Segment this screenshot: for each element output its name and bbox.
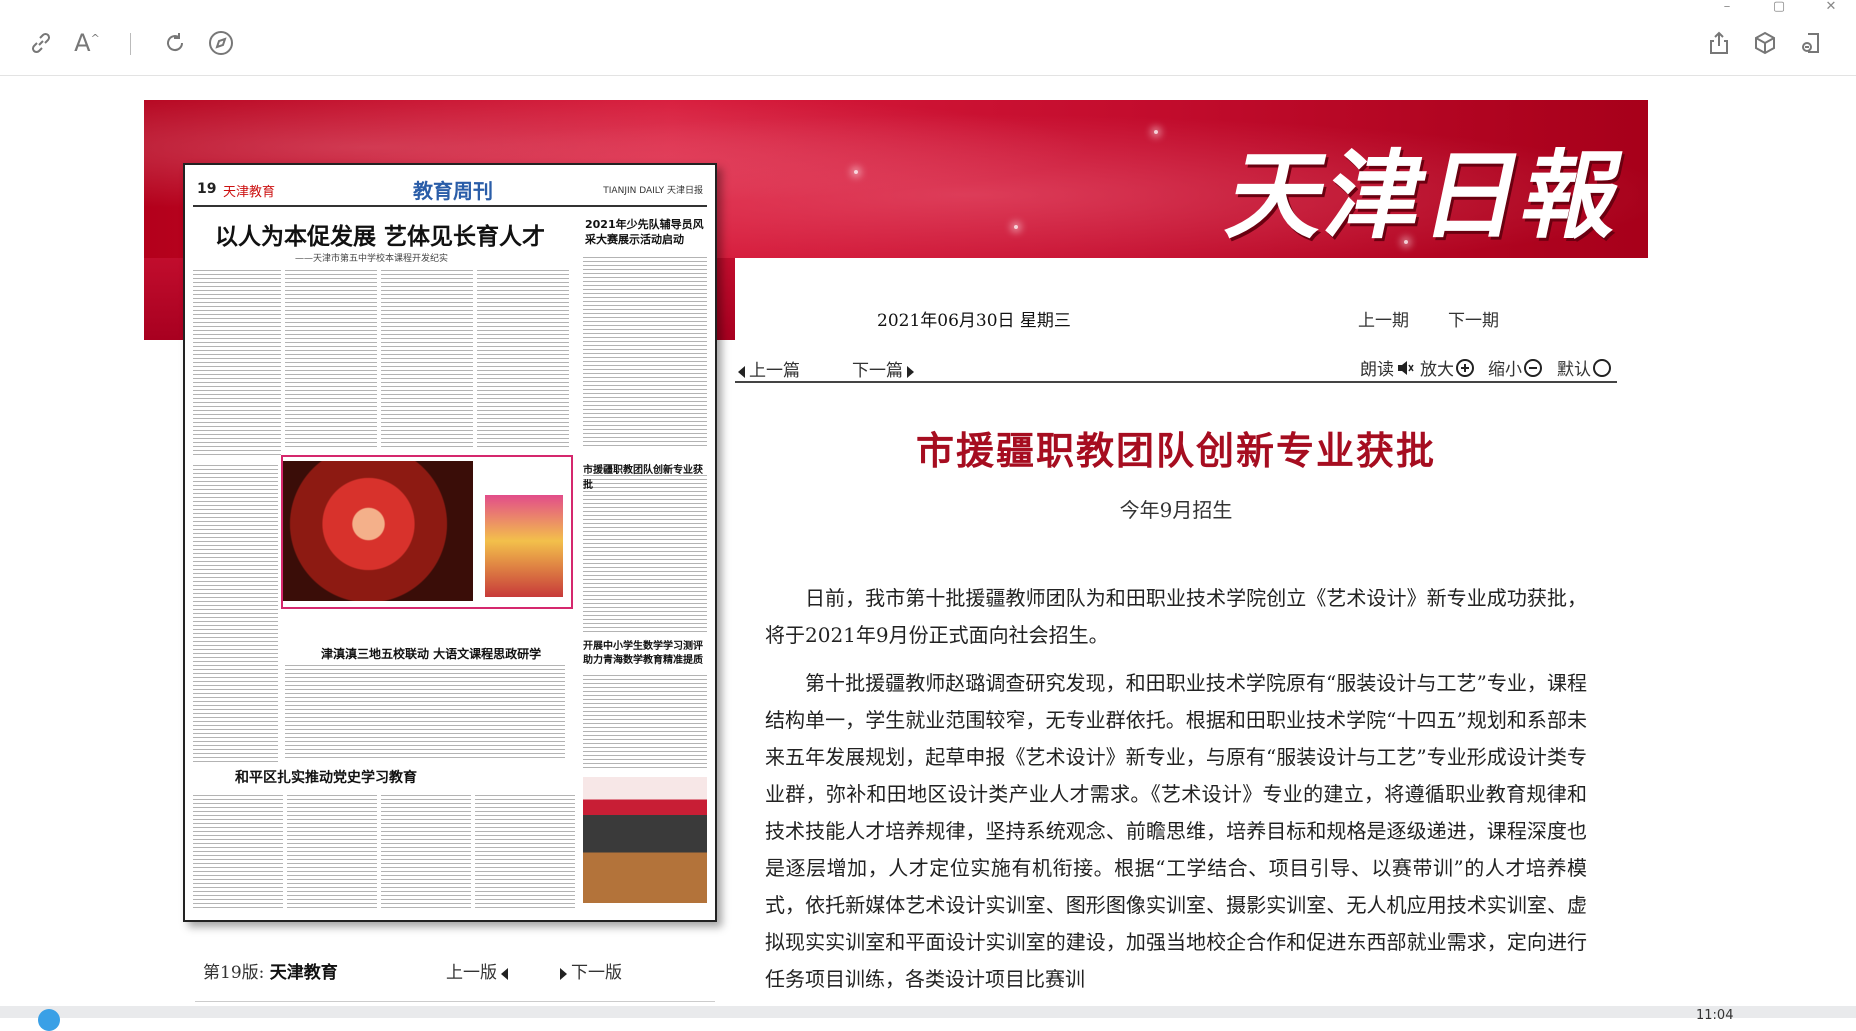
text-column xyxy=(381,270,473,450)
minimize-button[interactable]: – xyxy=(1716,0,1738,14)
section-title: 教育周刊 xyxy=(413,179,493,203)
edition-name[interactable]: 天津教育 xyxy=(270,963,338,983)
system-clock: 11:04 xyxy=(1696,1008,1734,1023)
compass-icon[interactable] xyxy=(204,26,238,60)
paper-box-headline[interactable]: 市援疆职教团队创新专业获批 xyxy=(583,461,707,491)
page-number: 19 xyxy=(197,181,217,197)
prev-edition-link[interactable]: 上一版 xyxy=(446,958,512,983)
next-edition-link[interactable]: 下一版 xyxy=(556,958,622,983)
edition-number: 第19版: xyxy=(203,963,265,983)
start-icon[interactable] xyxy=(38,1009,60,1031)
prev-article-link[interactable]: 上一篇 xyxy=(734,356,800,381)
zoom-out-button[interactable]: 缩小 xyxy=(1488,355,1542,380)
text-size-icon[interactable]: A ^ xyxy=(70,26,104,60)
paper-right-headline[interactable]: 开展中小学生数学学习测评助力青海数学教育精准提质 xyxy=(583,640,707,668)
triangle-left-icon xyxy=(501,967,508,980)
zoom-in-button[interactable]: 放大 xyxy=(1420,355,1474,380)
default-size-button[interactable]: 默认 xyxy=(1557,355,1611,380)
text-column xyxy=(381,795,471,910)
next-issue-link[interactable]: 下一期 xyxy=(1448,306,1499,331)
text-column xyxy=(285,270,377,450)
refresh-icon[interactable] xyxy=(158,26,192,60)
text-column xyxy=(583,475,707,635)
read-aloud-label: 朗读 xyxy=(1360,360,1394,380)
article-paragraph: 第十批援疆教师赵璐调查研究发现，和田职业技术学院原有“服装设计与工艺”专业，课程… xyxy=(765,671,1587,991)
page-name: 天津教育 xyxy=(223,185,276,200)
page-header: 19 天津教育 教育周刊 TIANJIN DAILY 天津日报 xyxy=(193,171,707,207)
circle-icon xyxy=(1593,358,1611,377)
share-icon[interactable] xyxy=(1702,26,1736,60)
text-column xyxy=(285,665,565,760)
text-column xyxy=(583,257,707,447)
sparkle-icon xyxy=(1154,130,1158,134)
photo-children[interactable] xyxy=(485,495,563,597)
photo-ceremony[interactable] xyxy=(583,777,707,903)
read-aloud-button[interactable]: 朗读 xyxy=(1360,355,1414,380)
text-column xyxy=(193,465,278,765)
divider xyxy=(195,1001,715,1002)
paper-mid-headline[interactable]: 津滇滇三地五校联动 大语文课程思政研学 xyxy=(321,645,541,662)
restore-button[interactable]: ▢ xyxy=(1768,0,1790,14)
paper-subheadline: ——天津市第五中学校本课程开发纪实 xyxy=(295,254,449,264)
edition-label: 第19版: 天津教育 xyxy=(203,958,338,983)
article-title: 市援疆职教团队创新专业获批 xyxy=(915,429,1436,473)
article-paragraph: 日前，我市第十批援疆教师团队为和田职业技术学院创立《艺术设计》新专业成功获批，将… xyxy=(765,586,1587,647)
next-article-label: 下一篇 xyxy=(852,361,903,381)
newspaper-logo: 天津日報 xyxy=(1218,139,1635,252)
article-body: 日前，我市第十批援疆教师团队为和田职业技术学院创立《艺术设计》新专业成功获批，将… xyxy=(765,580,1587,1009)
reader-icon[interactable] xyxy=(1794,26,1828,60)
paper-headline[interactable]: 以人为本促发展 艺体见长育人才 xyxy=(215,217,545,251)
zoom-out-label: 缩小 xyxy=(1488,360,1522,380)
issue-date: 2021年06月30日 星期三 xyxy=(877,311,1071,331)
sparkle-icon xyxy=(1014,225,1018,229)
triangle-right-icon xyxy=(560,967,567,980)
prev-article-label: 上一篇 xyxy=(749,361,800,381)
paper-side-headline[interactable]: 2021年少先队辅导员风采大赛展示活动启动 xyxy=(585,217,705,247)
photo-dancers[interactable] xyxy=(283,461,473,601)
minus-circle-icon xyxy=(1524,358,1542,377)
article-rule xyxy=(735,381,1617,383)
article-subtitle: 今年9月招生 xyxy=(1119,498,1233,522)
text-column xyxy=(583,675,707,770)
default-size-label: 默认 xyxy=(1557,360,1591,380)
close-button[interactable]: ✕ xyxy=(1820,0,1842,14)
paper-brand: TIANJIN DAILY 天津日报 xyxy=(603,186,703,196)
cube-icon[interactable] xyxy=(1748,26,1782,60)
triangle-left-icon xyxy=(738,365,745,378)
taskbar xyxy=(0,1006,1856,1031)
prev-edition-label: 上一版 xyxy=(446,963,497,983)
browser-toolbar: A ^ – ▢ ✕ xyxy=(0,0,1856,76)
speaker-mute-icon xyxy=(1396,359,1414,377)
plus-circle-icon xyxy=(1456,358,1474,377)
text-column xyxy=(475,795,575,910)
prev-issue-link[interactable]: 上一期 xyxy=(1358,306,1409,331)
triangle-right-icon xyxy=(907,365,914,378)
text-column xyxy=(193,795,283,910)
paper-bottom-headline[interactable]: 和平区扎实推动党史学习教育 xyxy=(235,767,417,787)
next-edition-label: 下一版 xyxy=(571,963,622,983)
text-column xyxy=(287,795,377,910)
text-size-label: A xyxy=(74,29,91,57)
toolbar-separator xyxy=(130,33,131,55)
sparkle-icon xyxy=(854,170,858,174)
text-column xyxy=(193,270,281,455)
text-column xyxy=(477,270,569,450)
newspaper-page-thumbnail[interactable]: 19 天津教育 教育周刊 TIANJIN DAILY 天津日报 以人为本促发展 … xyxy=(183,163,717,922)
next-article-link[interactable]: 下一篇 xyxy=(852,356,918,381)
zoom-in-label: 放大 xyxy=(1420,360,1454,380)
link-icon[interactable] xyxy=(24,26,58,60)
